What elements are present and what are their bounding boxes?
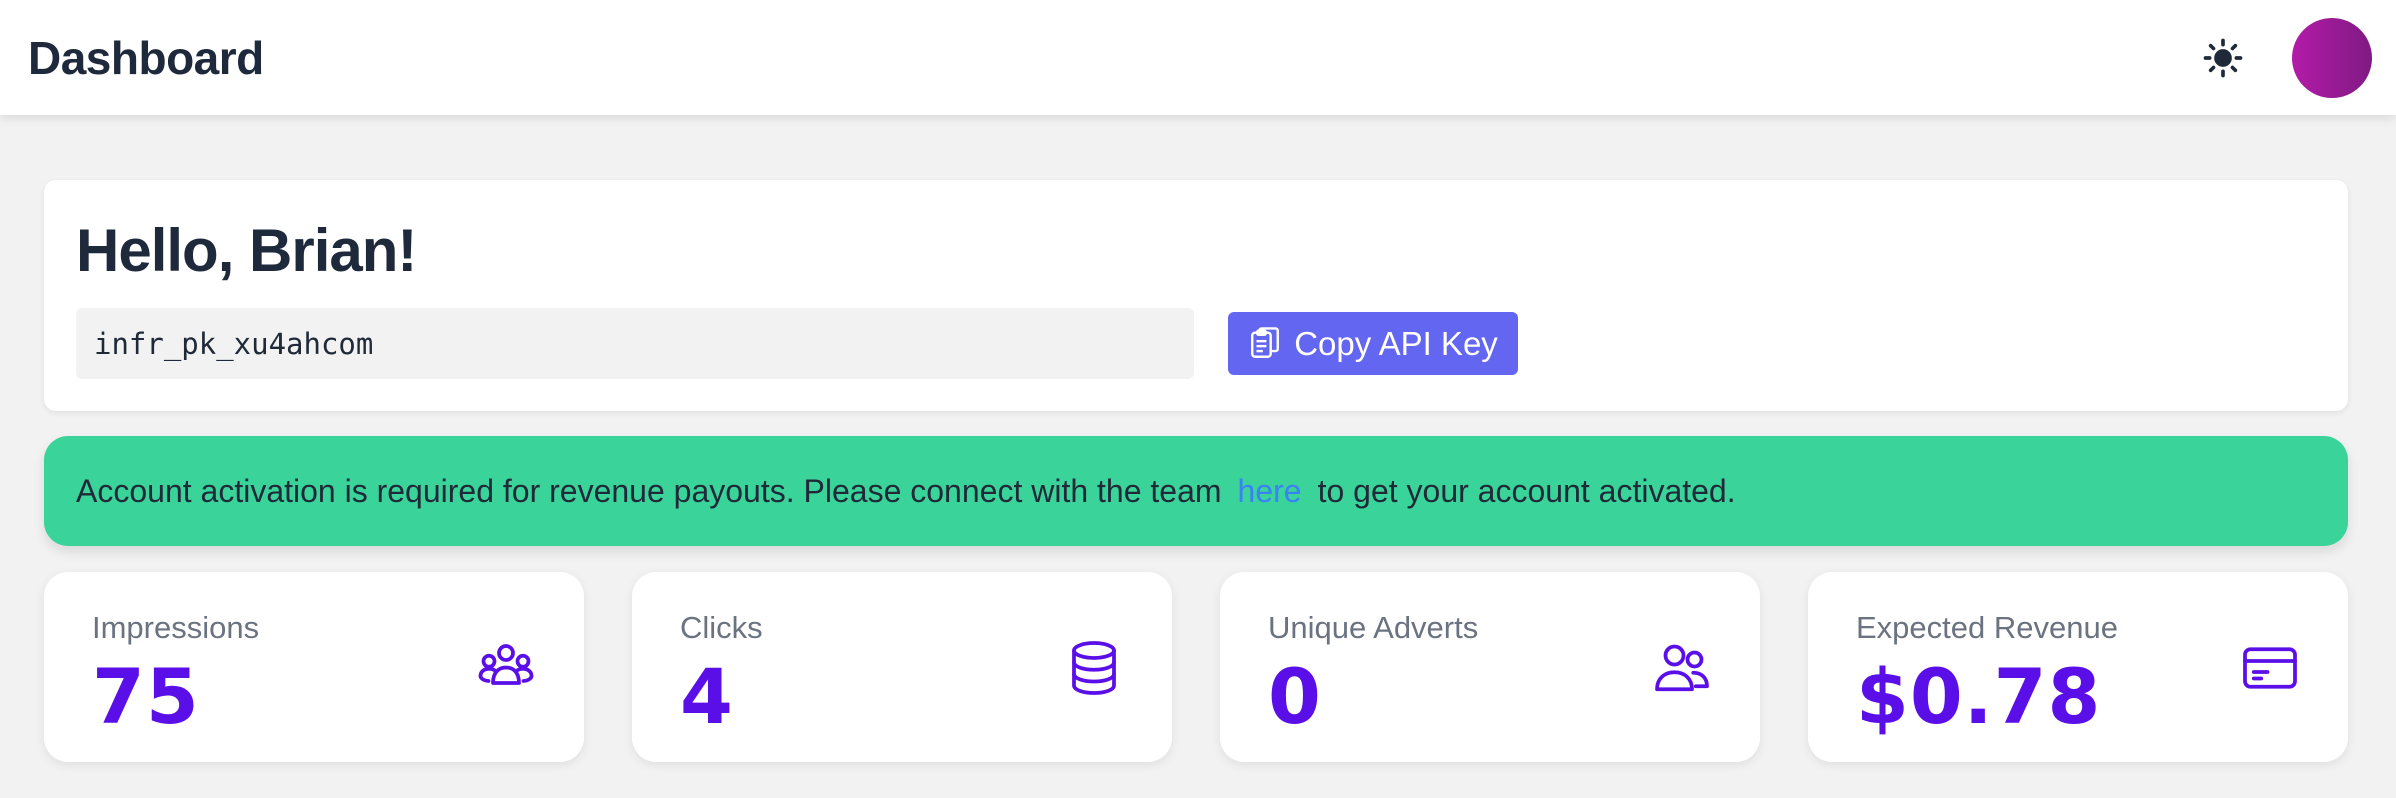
avatar[interactable]	[2292, 17, 2372, 98]
copy-button-label: Copy API Key	[1294, 324, 1498, 362]
stat-card-impressions: Impressions 75	[44, 572, 584, 762]
users-icon	[1655, 644, 1709, 692]
alert-text-end: to get your account activated.	[1317, 472, 1736, 509]
stat-label: Unique Adverts	[1268, 610, 1479, 645]
stat-card-expected-revenue: Expected Revenue $0.78	[1808, 572, 2348, 762]
api-key-field[interactable]	[76, 308, 1194, 379]
stat-card-clicks: Clicks 4	[632, 572, 1172, 762]
stat-value: 4	[680, 652, 734, 741]
stat-label: Clicks	[680, 610, 763, 645]
stat-value: 75	[92, 652, 200, 741]
stat-value: $0.78	[1856, 652, 2102, 741]
user-group-icon	[478, 644, 534, 685]
activation-alert: Account activation is required for reven…	[44, 436, 2348, 546]
welcome-card: Hello, Brian! Copy API Key	[44, 180, 2348, 411]
page-title: Dashboard	[28, 31, 264, 84]
stat-value: 0	[1268, 652, 1322, 741]
theme-toggle-button[interactable]	[2198, 33, 2248, 83]
credit-card-icon	[2243, 647, 2297, 689]
contact-team-link[interactable]: here	[1238, 473, 1302, 510]
greeting-heading: Hello, Brian!	[76, 217, 417, 284]
top-bar-actions	[2198, 0, 2396, 115]
stat-label: Impressions	[92, 610, 260, 645]
stat-label: Expected Revenue	[1856, 610, 2118, 645]
sun-icon	[2203, 38, 2243, 77]
clipboard-icon	[1248, 325, 1282, 363]
top-bar: Dashboard	[0, 0, 2396, 115]
copy-api-key-button[interactable]: Copy API Key	[1228, 312, 1518, 375]
alert-text: Account activation is required for reven…	[76, 472, 1222, 509]
database-icon	[1072, 641, 1116, 695]
stat-card-unique-adverts: Unique Adverts 0	[1220, 572, 1760, 762]
